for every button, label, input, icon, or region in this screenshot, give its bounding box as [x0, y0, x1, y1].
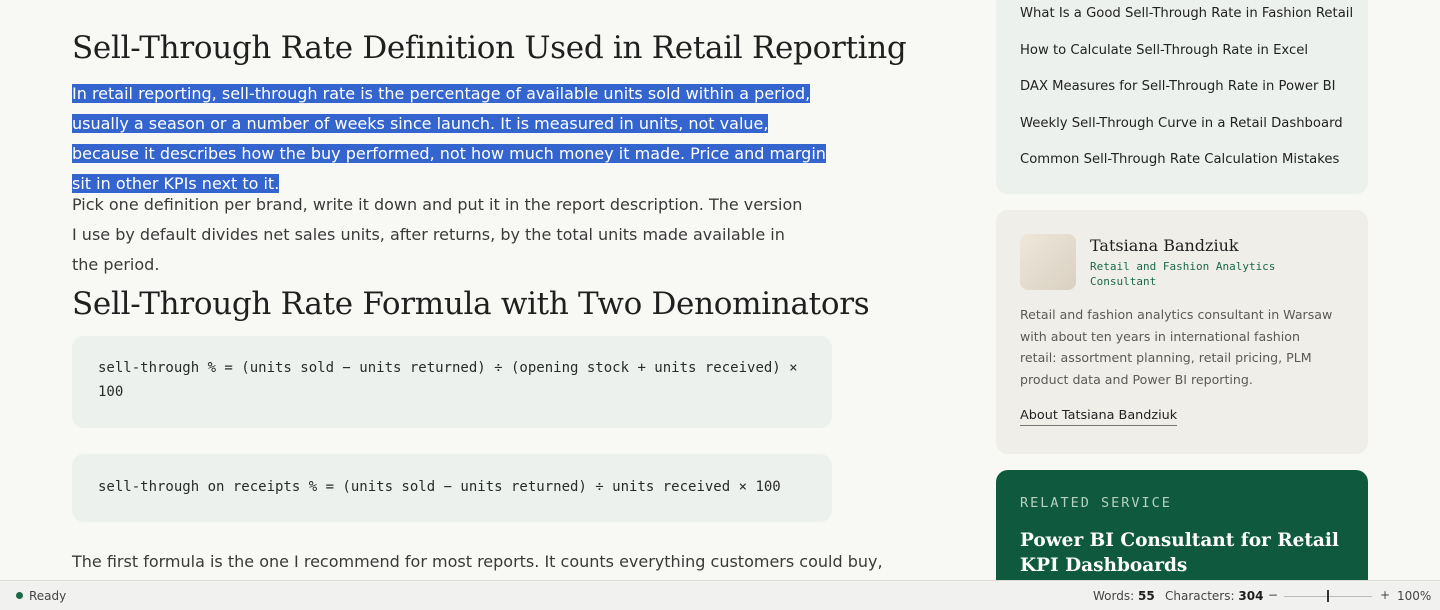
- zoom-slider-handle[interactable]: [1327, 590, 1329, 602]
- author-name: Tatsiana Bandziuk: [1090, 236, 1239, 255]
- section-heading-formula: Sell-Through Rate Formula with Two Denom…: [72, 286, 870, 322]
- table-of-contents: What Is a Good Sell-Through Rate in Fash…: [996, 0, 1368, 194]
- code-block-formula-1[interactable]: sell-through % = (units sold − units ret…: [72, 336, 832, 428]
- paragraph-definition-choice[interactable]: Pick one definition per brand, write it …: [72, 190, 812, 280]
- toc-link[interactable]: What Is a Good Sell-Through Rate in Fash…: [1020, 0, 1353, 33]
- toc-link[interactable]: Common Sell-Through Rate Calculation Mis…: [1020, 142, 1353, 179]
- toc-link[interactable]: Weekly Sell-Through Curve in a Retail Da…: [1020, 106, 1353, 143]
- about-author-link[interactable]: About Tatsiana Bandziuk: [1020, 408, 1178, 426]
- code-block-formula-2[interactable]: sell-through on receipts % = (units sold…: [72, 454, 832, 522]
- word-count-value: 55: [1137, 589, 1155, 603]
- status-text: Ready: [29, 589, 67, 603]
- paragraph-formula-recommendation[interactable]: The first formula is the one I recommend…: [72, 547, 883, 577]
- zoom-in-button[interactable]: +: [1380, 588, 1390, 602]
- related-service-title[interactable]: Power BI Consultant for Retail KPI Dashb…: [1020, 528, 1340, 578]
- toc-list: What Is a Good Sell-Through Rate in Fash…: [1020, 0, 1353, 179]
- selected-paragraph[interactable]: In retail reporting, sell-through rate i…: [72, 79, 832, 199]
- avatar: [1020, 234, 1076, 290]
- author-card: Tatsiana Bandziuk Retail and Fashion Ana…: [996, 210, 1368, 454]
- status-dot-icon: [16, 592, 23, 599]
- word-count: Words: 55: [1093, 589, 1155, 603]
- section-heading-definition: Sell-Through Rate Definition Used in Ret…: [72, 30, 907, 66]
- status-bar: Ready Words: 55 Characters: 304 − + 100%: [0, 580, 1440, 610]
- author-bio: Retail and fashion analytics consultant …: [1020, 307, 1333, 388]
- character-count: Characters: 304: [1165, 589, 1263, 603]
- word-count-label: Words:: [1093, 589, 1135, 603]
- author-role: Retail and Fashion Analytics Consultant: [1090, 260, 1276, 288]
- related-service-label: RELATED SERVICE: [1020, 495, 1172, 511]
- toc-link[interactable]: How to Calculate Sell-Through Rate in Ex…: [1020, 33, 1353, 70]
- character-count-value: 304: [1238, 589, 1264, 603]
- toc-link[interactable]: DAX Measures for Sell-Through Rate in Po…: [1020, 69, 1353, 106]
- text-selection[interactable]: In retail reporting, sell-through rate i…: [72, 84, 826, 193]
- character-count-label: Characters:: [1165, 589, 1235, 603]
- zoom-out-button[interactable]: −: [1268, 588, 1278, 602]
- zoom-level: 100%: [1397, 589, 1432, 603]
